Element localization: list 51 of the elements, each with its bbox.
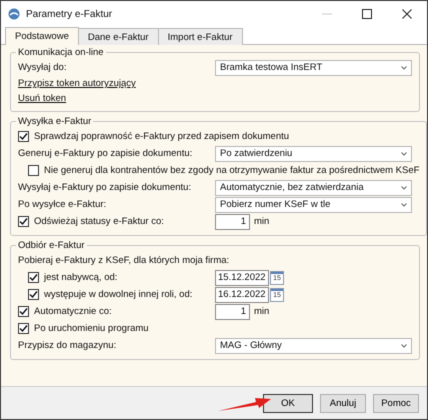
tab[interactable]: Podstawowe bbox=[5, 27, 79, 45]
dialog-button[interactable]: Pomoc bbox=[373, 394, 419, 412]
dialog-button[interactable]: OK bbox=[263, 394, 313, 412]
checkbox[interactable] bbox=[28, 289, 39, 300]
maximize-icon[interactable] bbox=[362, 9, 372, 19]
number-field[interactable]: 1 bbox=[215, 214, 250, 230]
dialog-button[interactable]: Anuluj bbox=[320, 394, 366, 412]
checkbox-label: jest nabywcą, od: bbox=[44, 272, 118, 283]
link[interactable]: Przypisz token autoryzujący bbox=[18, 78, 136, 89]
checkbox[interactable] bbox=[28, 165, 39, 176]
dropdown[interactable]: Bramka testowa InsERT bbox=[215, 60, 412, 76]
checkbox[interactable] bbox=[28, 272, 39, 283]
checkbox[interactable] bbox=[18, 131, 29, 142]
dropdown[interactable]: MAG - Główny bbox=[215, 338, 412, 354]
date-field[interactable]: 16.12.2022 bbox=[215, 286, 269, 302]
group-title: Komunikacja on-line bbox=[17, 47, 105, 58]
chevron-down-icon bbox=[401, 66, 407, 70]
chevron-down-icon bbox=[401, 186, 407, 190]
chevron-down-icon bbox=[401, 202, 407, 206]
window-title: Parametry e-Faktur bbox=[26, 8, 114, 20]
close-icon[interactable] bbox=[402, 9, 412, 19]
dropdown[interactable]: Po zatwierdzeniu bbox=[215, 146, 412, 162]
tab[interactable]: Import e-Faktur bbox=[158, 28, 243, 45]
group-title: Odbiór e-Faktur bbox=[17, 240, 86, 251]
field-label: Generuj e-Faktury po zapisie dokumentu: bbox=[18, 148, 194, 159]
dropdown[interactable]: Pobierz numer KSeF w tle bbox=[215, 196, 412, 212]
field-label: Przypisz do magazynu: bbox=[18, 340, 118, 351]
date-field[interactable]: 15.12.2022 bbox=[215, 270, 269, 286]
checkbox-label: występuje w dowolnej innej roli, od: bbox=[44, 289, 194, 300]
checkbox[interactable] bbox=[18, 306, 29, 317]
checkbox[interactable] bbox=[18, 216, 29, 227]
field-label: Po wysyłce e-Faktur: bbox=[18, 199, 108, 210]
unit-label: min bbox=[254, 216, 270, 227]
checkbox-label: Odświeżaj statusy e-Faktur co: bbox=[34, 216, 165, 227]
link[interactable]: Usuń token bbox=[18, 93, 66, 104]
checkbox-label: Sprawdzaj poprawność e-Faktury przed zapisem dokumentu bbox=[34, 131, 290, 142]
section-label: Pobieraj e-Faktury z KSeF, dla których moja firma: bbox=[18, 255, 230, 266]
tab[interactable]: Dane e-Faktur bbox=[78, 28, 159, 45]
chevron-down-icon bbox=[401, 344, 407, 348]
field-label: Wysyłaj do: bbox=[18, 62, 68, 73]
unit-label: min bbox=[254, 306, 270, 317]
checkbox-label: Automatycznie co: bbox=[34, 306, 113, 317]
app-logo-icon bbox=[8, 8, 20, 20]
chevron-down-icon bbox=[401, 152, 407, 156]
checkbox[interactable] bbox=[18, 323, 29, 334]
field-label: Wysyłaj e-Faktury po zapisie dokumentu: bbox=[18, 182, 192, 193]
dropdown[interactable]: Automatycznie, bez zatwierdzania bbox=[215, 180, 412, 196]
checkbox-label: Nie generuj dla kontrahentów bez zgody na otrzymywanie faktur za pośrednictwem KSeF bbox=[44, 165, 420, 176]
number-field[interactable]: 1 bbox=[215, 304, 250, 320]
checkbox-label: Po uruchomieniu programu bbox=[34, 323, 149, 334]
group-title: Wysyłka e-Faktur bbox=[17, 116, 92, 127]
